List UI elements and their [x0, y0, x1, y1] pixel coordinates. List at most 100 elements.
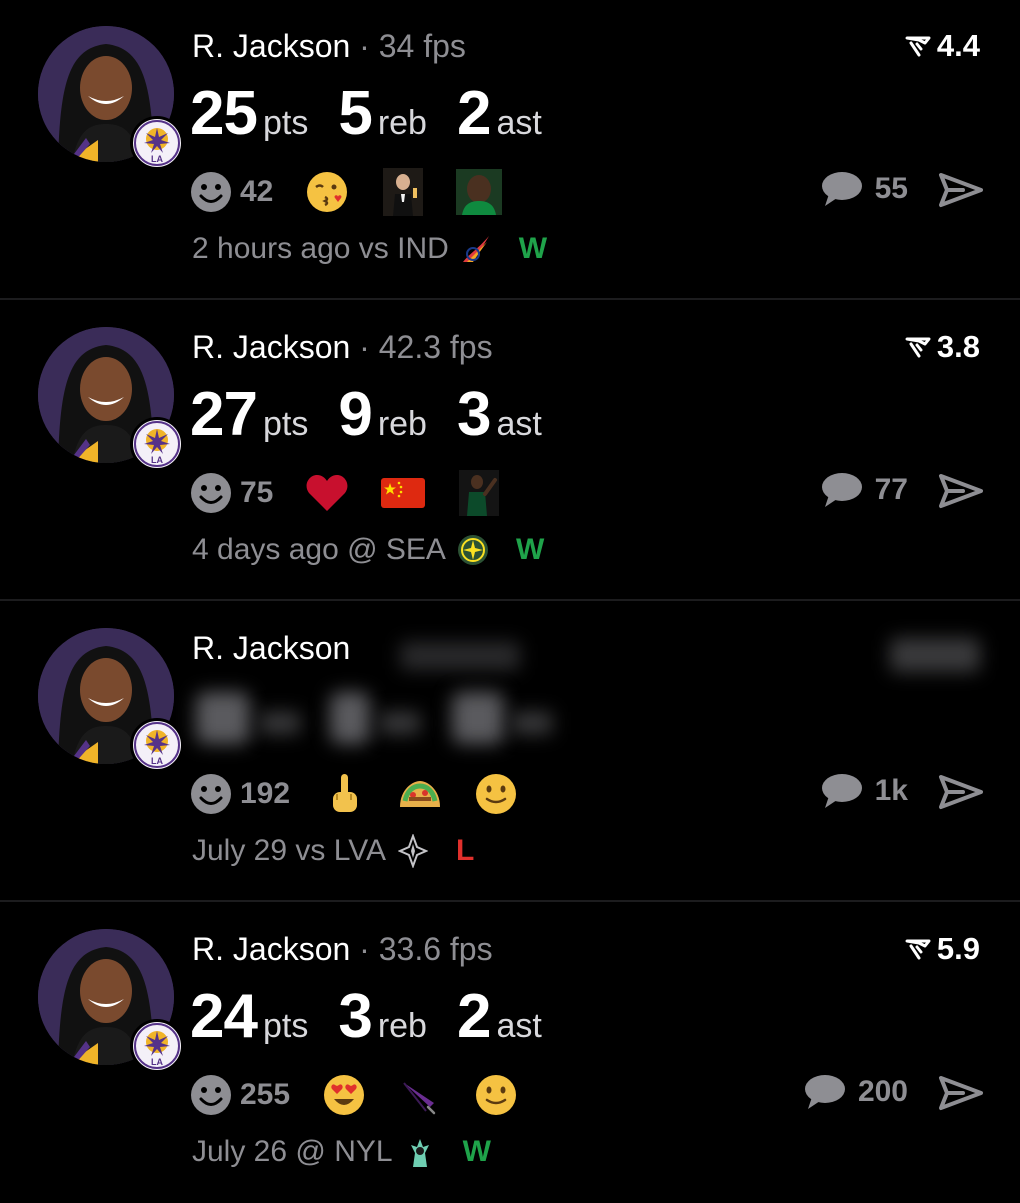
game-meta[interactable]: 4 days ago @ SEA W	[192, 533, 544, 567]
points-value: 27	[190, 380, 258, 449]
time-ago: July 29	[192, 834, 288, 867]
player-name[interactable]: R. Jackson	[192, 931, 350, 967]
middle-finger-emoji[interactable]	[320, 770, 368, 818]
rebounds-label: reb	[377, 104, 427, 142]
assists-label: ast	[496, 1007, 542, 1045]
china-flag-emoji[interactable]	[379, 469, 427, 517]
comments-button[interactable]: 200	[802, 1073, 908, 1111]
svg-text:LA: LA	[151, 1057, 163, 1067]
kissing-face-emoji[interactable]	[303, 168, 351, 216]
comments-button[interactable]: 1k	[819, 772, 908, 810]
game-result: L	[456, 834, 475, 867]
share-button[interactable]	[938, 1075, 984, 1116]
reactions: 192	[190, 770, 548, 818]
sparks-team-logo: LA	[130, 1019, 184, 1073]
assists-value: 2	[456, 79, 491, 148]
post-card[interactable]: LA R. Jackson 192 1k July 29 vs LVA L	[0, 602, 1020, 902]
share-button[interactable]	[938, 473, 984, 514]
rating[interactable]: 3.8	[905, 329, 980, 365]
post-card[interactable]: LA R. Jackson · 34 fps 4.4 25 pts 5 reb 2a…	[0, 0, 1020, 300]
aces-logo	[396, 834, 430, 868]
reactions: 255	[190, 1071, 548, 1119]
svg-text:LA: LA	[151, 756, 163, 766]
slight-smile-emoji[interactable]	[472, 770, 520, 818]
smiley-react-icon[interactable]	[190, 472, 232, 514]
reaction-count[interactable]: 255	[240, 1078, 290, 1112]
comments-button[interactable]: 55	[819, 170, 908, 208]
stat-line: 24 pts 3 reb 2 ast	[190, 981, 572, 1052]
rebounds-label: reb	[377, 1007, 427, 1045]
rating-value: 3.8	[936, 329, 980, 364]
points-label: pts	[262, 405, 309, 443]
send-arrow-icon	[939, 173, 983, 207]
heart-emoji[interactable]	[303, 469, 351, 517]
time-ago: 2 hours ago	[192, 232, 351, 265]
reaction-count[interactable]: 75	[240, 476, 273, 510]
storm-logo	[456, 533, 490, 567]
svg-text:LA: LA	[151, 455, 163, 465]
comment-bubble-icon	[804, 1075, 845, 1109]
reactions: 75	[190, 469, 531, 517]
share-button[interactable]	[938, 172, 984, 213]
blurred-rating	[890, 638, 980, 672]
comments-button[interactable]: 77	[819, 471, 908, 509]
player-name[interactable]: R. Jackson	[192, 630, 350, 666]
points-label: pts	[262, 1007, 309, 1045]
post-card[interactable]: LA R. Jackson · 42.3 fps 3.8 27 pts 9 reb …	[0, 301, 1020, 601]
time-ago: 4 days ago	[192, 533, 339, 566]
player-gesture-emoji[interactable]	[455, 469, 503, 517]
rating-value: 5.9	[936, 931, 980, 966]
reaction-count[interactable]: 192	[240, 777, 290, 811]
assists-label: ast	[496, 405, 542, 443]
player-name[interactable]: R. Jackson	[192, 329, 350, 365]
stat-line: 25 pts 5 reb 2 ast	[190, 78, 572, 149]
time-ago: July 26	[192, 1135, 288, 1168]
separator-dot: ·	[350, 329, 379, 365]
post-card[interactable]: LA R. Jackson · 33.6 fps 5.9 24 pts 3 reb …	[0, 903, 1020, 1203]
separator-dot: ·	[350, 931, 379, 967]
heart-eyes-emoji[interactable]	[320, 1071, 368, 1119]
send-arrow-icon	[939, 474, 983, 508]
sparks-team-logo: LA	[130, 718, 184, 772]
fps-value: 33.6 fps	[378, 931, 493, 967]
player-name-line: R. Jackson · 42.3 fps	[192, 329, 493, 366]
reaction-count[interactable]: 42	[240, 175, 273, 209]
slight-smile-emoji[interactable]	[472, 1071, 520, 1119]
send-arrow-icon	[939, 775, 983, 809]
separator-dot: ·	[350, 28, 379, 64]
rating-icon	[905, 337, 931, 358]
fps-value: 42.3 fps	[378, 329, 493, 365]
game-meta[interactable]: July 29 vs LVA L	[192, 834, 474, 868]
fps-value: 34 fps	[378, 28, 466, 64]
sparks-team-logo: LA	[130, 417, 184, 471]
send-arrow-icon	[939, 1076, 983, 1110]
player-face-emoji[interactable]	[455, 168, 503, 216]
player-name[interactable]: R. Jackson	[192, 28, 350, 64]
umbrella-emoji[interactable]	[396, 1071, 444, 1119]
comment-bubble-icon	[821, 473, 862, 507]
rating[interactable]: 5.9	[905, 931, 980, 967]
blurred-stat-line	[190, 688, 580, 748]
divider	[0, 298, 1020, 300]
sparks-team-logo: LA	[130, 116, 184, 170]
rating[interactable]: 4.4	[905, 28, 980, 64]
rebounds-label: reb	[377, 405, 427, 443]
game-meta[interactable]: 2 hours ago vs IND W	[192, 232, 547, 266]
comment-count: 200	[857, 1075, 908, 1108]
game-meta[interactable]: July 26 @ NYL W	[192, 1135, 491, 1169]
toast-gif-emoji[interactable]	[379, 168, 427, 216]
points-label: pts	[262, 104, 309, 142]
rating-value: 4.4	[936, 28, 980, 63]
points-value: 25	[190, 79, 258, 148]
smiley-react-icon[interactable]	[190, 1074, 232, 1116]
smiley-react-icon[interactable]	[190, 773, 232, 815]
player-name-line: R. Jackson	[192, 630, 350, 667]
comment-bubble-icon	[821, 172, 862, 206]
taco-emoji[interactable]	[396, 770, 444, 818]
matchup: vs IND	[358, 232, 449, 265]
rating-icon	[905, 939, 931, 960]
comment-count: 1k	[874, 774, 908, 807]
share-button[interactable]	[938, 774, 984, 815]
comment-count: 55	[874, 172, 908, 205]
smiley-react-icon[interactable]	[190, 171, 232, 213]
